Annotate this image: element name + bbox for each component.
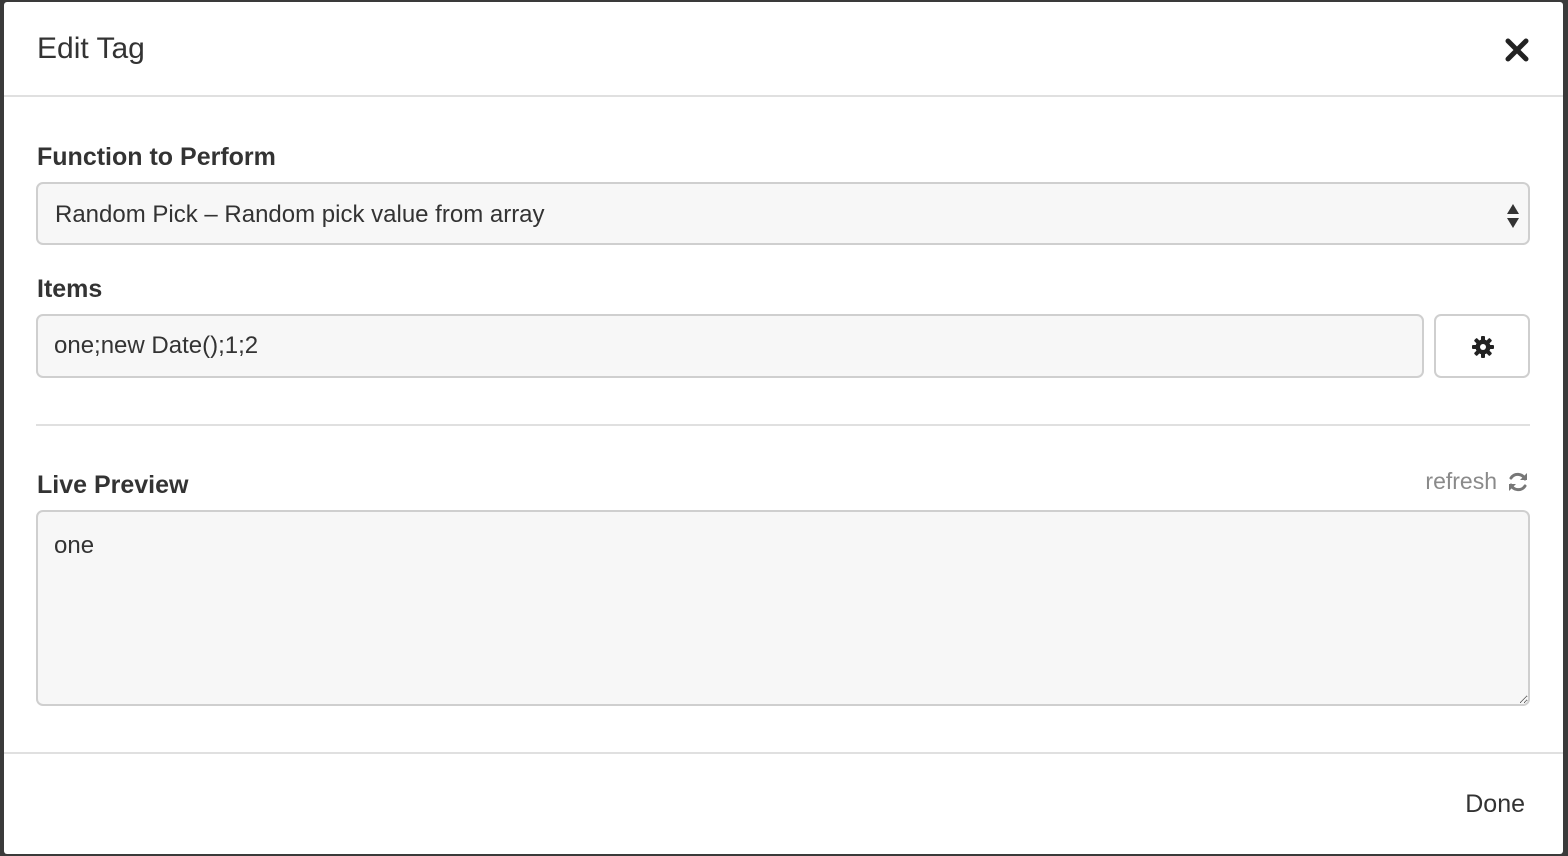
modal-title: Edit Tag: [37, 32, 145, 65]
close-icon: [1505, 38, 1529, 62]
refresh-link[interactable]: refresh: [1425, 468, 1529, 495]
items-input[interactable]: [36, 314, 1424, 378]
modal-header: Edit Tag: [4, 2, 1563, 97]
gear-icon: [1472, 336, 1494, 358]
select-arrows-icon: [1507, 204, 1519, 228]
footer-divider: [4, 752, 1563, 754]
live-preview-textarea[interactable]: one: [36, 510, 1530, 706]
section-divider: [36, 424, 1530, 426]
settings-button[interactable]: [1434, 314, 1530, 378]
done-button[interactable]: Done: [1465, 790, 1525, 819]
close-button[interactable]: [1503, 36, 1531, 64]
refresh-label: refresh: [1425, 468, 1497, 494]
live-preview-label: Live Preview: [37, 471, 189, 499]
items-label: Items: [37, 275, 103, 303]
function-select-value: Random Pick – Random pick value from arr…: [55, 201, 545, 228]
function-label: Function to Perform: [37, 143, 276, 171]
refresh-icon: [1509, 472, 1527, 491]
edit-tag-modal: Edit Tag Function to Perform Random Pick…: [4, 2, 1563, 854]
function-select[interactable]: Random Pick – Random pick value from arr…: [36, 182, 1530, 245]
